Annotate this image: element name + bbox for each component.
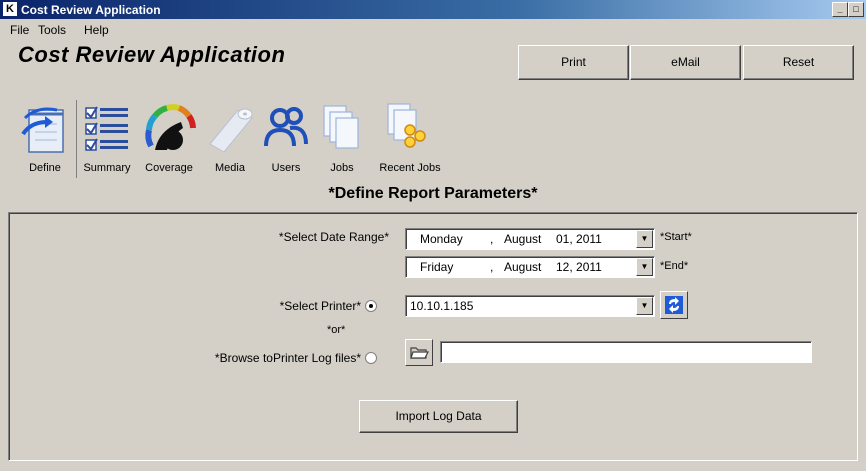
start-day: Monday bbox=[420, 232, 463, 246]
documents-icon bbox=[316, 100, 368, 158]
refresh-icon bbox=[665, 296, 683, 314]
menu-file[interactable]: File bbox=[10, 23, 29, 37]
or-label: *or* bbox=[327, 324, 346, 336]
maximize-button[interactable]: □ bbox=[848, 2, 864, 17]
browse-folder-button[interactable] bbox=[405, 339, 433, 366]
nav-toolbar: Define Summary Coverage Media Users Jobs… bbox=[0, 100, 480, 180]
menu-help[interactable]: Help bbox=[84, 23, 109, 37]
start-date-dropdown-button[interactable]: ▼ bbox=[636, 230, 653, 248]
start-tag: *Start* bbox=[660, 231, 692, 243]
select-printer-label: *Select Printer* bbox=[279, 299, 361, 313]
parameters-panel: *Select Date Range* Monday , August 01, … bbox=[8, 212, 858, 461]
end-tag: *End* bbox=[660, 260, 689, 272]
log-file-path-input[interactable] bbox=[440, 341, 812, 363]
select-printer-radio[interactable] bbox=[365, 300, 377, 312]
tool-media[interactable]: Media bbox=[204, 100, 256, 178]
print-button[interactable]: Print bbox=[518, 45, 629, 80]
start-sep: , bbox=[490, 232, 494, 246]
printer-select[interactable]: 10.10.1.185 ▼ bbox=[405, 295, 655, 317]
users-icon bbox=[260, 100, 312, 158]
tool-media-label: Media bbox=[215, 162, 245, 174]
end-date: 12, 2011 bbox=[556, 260, 602, 274]
refresh-printers-button[interactable] bbox=[660, 291, 688, 319]
end-sep: , bbox=[490, 260, 494, 274]
calendar-icon bbox=[14, 100, 76, 158]
window-titlebar: K Cost Review Application _ □ bbox=[0, 0, 866, 19]
tool-users-label: Users bbox=[271, 162, 301, 174]
tool-summary-label: Summary bbox=[83, 162, 131, 174]
end-date-picker[interactable]: Friday , August 12, 2011 ▼ bbox=[405, 256, 655, 278]
start-date: 01, 2011 bbox=[556, 232, 602, 246]
browse-log-files-label: *Browse toPrinter Log files* bbox=[214, 351, 361, 365]
start-month: August bbox=[504, 232, 542, 246]
tool-users[interactable]: Users bbox=[260, 100, 312, 178]
paper-roll-icon bbox=[204, 100, 256, 158]
menu-tools[interactable]: Tools bbox=[38, 23, 66, 37]
color-wheel-icon bbox=[138, 100, 200, 158]
tool-coverage[interactable]: Coverage bbox=[138, 100, 200, 178]
end-day: Friday bbox=[420, 260, 454, 274]
browse-log-files-radio[interactable] bbox=[365, 352, 377, 364]
tool-coverage-label: Coverage bbox=[145, 162, 193, 174]
tool-jobs-label: Jobs bbox=[330, 162, 354, 174]
date-range-label: *Select Date Range* bbox=[278, 230, 389, 244]
tool-jobs[interactable]: Jobs bbox=[316, 100, 368, 178]
recent-jobs-icon bbox=[372, 100, 448, 158]
tool-define-label: Define bbox=[29, 162, 61, 174]
end-date-dropdown-button[interactable]: ▼ bbox=[636, 258, 653, 276]
end-month: August bbox=[504, 260, 542, 274]
app-logo-icon: K bbox=[3, 2, 17, 16]
reset-button[interactable]: Reset bbox=[743, 45, 854, 80]
printer-value: 10.10.1.185 bbox=[410, 299, 474, 313]
page-heading: *Define Report Parameters* bbox=[328, 185, 538, 202]
import-log-data-button[interactable]: Import Log Data bbox=[359, 400, 518, 433]
menu-bar: File Tools Help bbox=[0, 19, 866, 39]
start-date-picker[interactable]: Monday , August 01, 2011 ▼ bbox=[405, 228, 655, 250]
tool-define[interactable]: Define bbox=[14, 100, 77, 178]
email-button[interactable]: eMail bbox=[630, 45, 741, 80]
open-folder-icon bbox=[410, 347, 429, 359]
tool-recent-jobs-label: Recent Jobs bbox=[379, 162, 441, 174]
tool-recent-jobs[interactable]: Recent Jobs bbox=[372, 100, 448, 178]
window-title: Cost Review Application bbox=[21, 3, 161, 17]
minimize-button[interactable]: _ bbox=[832, 2, 848, 17]
app-title: Cost Review Application bbox=[18, 42, 286, 67]
checklist-icon bbox=[78, 100, 136, 158]
printer-dropdown-button[interactable]: ▼ bbox=[636, 297, 653, 315]
tool-summary[interactable]: Summary bbox=[78, 100, 136, 178]
